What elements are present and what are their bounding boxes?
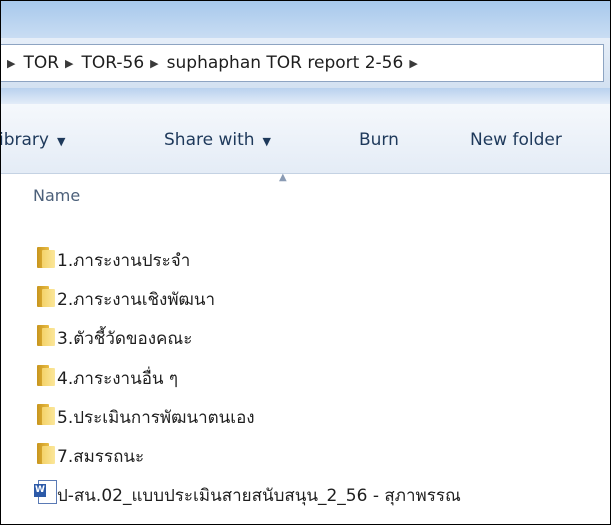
address-bar: ▶ TOR ▶ TOR-56 ▶ suphaphan TOR report 2-… bbox=[1, 38, 610, 88]
name-column-header[interactable]: ▲ Name bbox=[1, 172, 610, 216]
folder-icon bbox=[37, 325, 55, 346]
burn-button[interactable]: Burn bbox=[359, 130, 399, 150]
folder-row[interactable]: 2.ภาระงานเชิงพัฒนา bbox=[1, 282, 610, 312]
library-label: ibrary bbox=[0, 130, 49, 150]
word-document-icon: W bbox=[34, 480, 57, 504]
folder-row[interactable]: 3.ตัวชี้วัดของคณะ bbox=[1, 321, 610, 351]
folder-icon bbox=[37, 404, 55, 425]
breadcrumb-arrow-icon[interactable]: ▶ bbox=[7, 57, 15, 70]
include-in-library-button[interactable]: ibrary ▼ bbox=[0, 130, 66, 150]
sort-arrow-icon: ▲ bbox=[279, 172, 287, 183]
separator bbox=[1, 88, 610, 104]
folder-icon bbox=[37, 443, 55, 464]
share-label: Share with bbox=[164, 130, 255, 150]
name-column-label: Name bbox=[33, 186, 81, 205]
explorer-window: ▶ TOR ▶ TOR-56 ▶ suphaphan TOR report 2-… bbox=[0, 0, 611, 525]
folder-icon bbox=[37, 247, 55, 268]
folder-row[interactable]: 5.ประเมินการพัฒนาตนเอง bbox=[1, 400, 610, 430]
breadcrumb-arrow-icon[interactable]: ▶ bbox=[150, 57, 158, 70]
file-name: 1.ภาระงานประจำ bbox=[57, 251, 191, 271]
file-name: 3.ตัวชี้วัดของคณะ bbox=[57, 329, 193, 349]
burn-label: Burn bbox=[359, 130, 399, 150]
breadcrumb-item-tor[interactable]: TOR bbox=[23, 53, 59, 73]
share-with-button[interactable]: Share with ▼ bbox=[164, 130, 271, 150]
breadcrumb-arrow-icon[interactable]: ▶ bbox=[65, 57, 73, 70]
document-row[interactable]: W ป-สน.02_แบบประเมินสายสนับสนุน_2_56 - ส… bbox=[1, 478, 610, 508]
breadcrumb-item-tor-56[interactable]: TOR-56 bbox=[82, 53, 145, 73]
breadcrumb-arrow-icon[interactable]: ▶ bbox=[409, 57, 417, 70]
breadcrumb-item-report[interactable]: suphaphan TOR report 2-56 bbox=[167, 53, 404, 73]
file-name: 2.ภาระงานเชิงพัฒนา bbox=[57, 290, 216, 310]
new-folder-button[interactable]: New folder bbox=[470, 130, 562, 150]
folder-row[interactable]: 4.ภาระงานอื่น ๆ bbox=[1, 361, 610, 391]
folder-icon bbox=[37, 286, 55, 307]
folder-icon bbox=[37, 365, 55, 386]
file-name: ป-สน.02_แบบประเมินสายสนับสนุน_2_56 - สุภ… bbox=[57, 486, 461, 506]
file-name: 4.ภาระงานอื่น ๆ bbox=[57, 369, 179, 389]
title-bar bbox=[1, 1, 610, 38]
chevron-down-icon: ▼ bbox=[56, 135, 66, 148]
command-toolbar: ibrary ▼ Share with ▼ Burn New folder bbox=[1, 104, 610, 174]
new-folder-label: New folder bbox=[470, 130, 562, 150]
file-name: 5.ประเมินการพัฒนาตนเอง bbox=[57, 408, 255, 428]
folder-row[interactable]: 1.ภาระงานประจำ bbox=[1, 243, 610, 273]
breadcrumb[interactable]: ▶ TOR ▶ TOR-56 ▶ suphaphan TOR report 2-… bbox=[1, 44, 604, 82]
chevron-down-icon: ▼ bbox=[262, 135, 271, 148]
folder-row[interactable]: 7.สมรรถนะ bbox=[1, 439, 610, 469]
file-name: 7.สมรรถนะ bbox=[57, 447, 145, 467]
